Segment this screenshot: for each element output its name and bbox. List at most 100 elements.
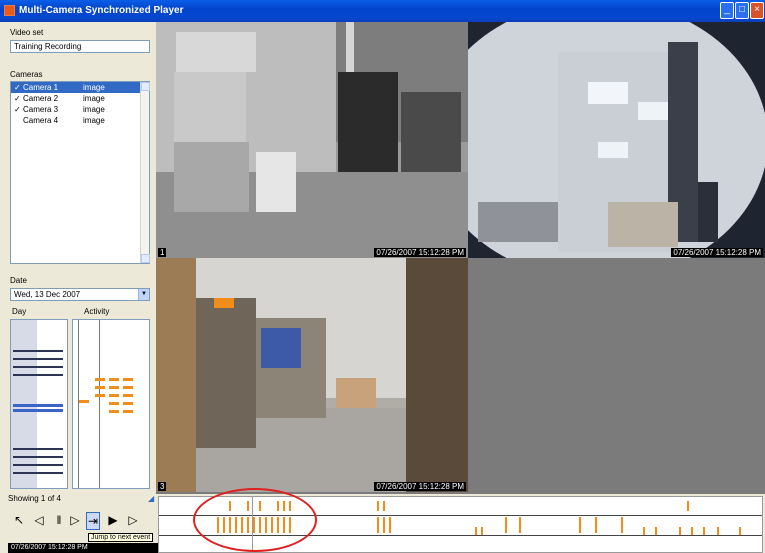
timeline-event-tick[interactable] bbox=[679, 527, 681, 535]
activity-event bbox=[123, 386, 133, 389]
day-label: Day bbox=[12, 307, 27, 316]
timeline-event-tick[interactable] bbox=[377, 517, 379, 533]
overview-line bbox=[13, 472, 63, 474]
close-button[interactable]: × bbox=[750, 2, 764, 19]
timeline-event-tick[interactable] bbox=[235, 517, 237, 533]
play-button[interactable]: ▶ bbox=[106, 512, 120, 530]
event-timeline[interactable] bbox=[158, 496, 763, 553]
camera-list-item[interactable]: ✓ Camera 2 image bbox=[11, 93, 149, 104]
timeline-event-tick[interactable] bbox=[259, 517, 261, 533]
activity-label: Activity bbox=[84, 307, 110, 316]
status-text: Showing 1 of 4 bbox=[8, 494, 61, 503]
video-set-field[interactable]: Training Recording bbox=[10, 40, 150, 53]
timeline-event-tick[interactable] bbox=[277, 501, 279, 511]
timeline-event-tick[interactable] bbox=[655, 527, 657, 535]
timeline-event-tick[interactable] bbox=[519, 517, 521, 533]
checkbox[interactable]: ✓ bbox=[14, 82, 23, 93]
step-back-button[interactable]: ◁ bbox=[32, 512, 46, 530]
overview-line bbox=[13, 448, 63, 450]
timeline-event-tick[interactable] bbox=[253, 517, 255, 533]
day-overview-timeline[interactable] bbox=[10, 319, 68, 489]
camera-list[interactable]: ✓ Camera 1 image ✓ Camera 2 image ✓ Camera 3 ima… bbox=[10, 81, 150, 264]
camera-view-3[interactable]: 3 07/26/2007 15:12:28 PM bbox=[156, 258, 468, 492]
timeline-event-tick[interactable] bbox=[229, 501, 231, 511]
chevron-down-icon[interactable]: ▼ bbox=[138, 289, 149, 300]
current-time-display: 07/26/2007 15:12:28 PM bbox=[8, 543, 158, 553]
overview-line bbox=[13, 358, 63, 360]
timeline-event-tick[interactable] bbox=[739, 527, 741, 535]
timeline-event-tick[interactable] bbox=[383, 517, 385, 533]
activity-event bbox=[109, 394, 119, 397]
camera-list-item[interactable]: Camera 4 image bbox=[11, 115, 149, 126]
camera-type: image bbox=[83, 116, 105, 125]
camera-list-item[interactable]: ✓ Camera 3 image bbox=[11, 104, 149, 115]
timeline-event-tick[interactable] bbox=[717, 527, 719, 535]
app-window: Multi-Camera Synchronized Player _ □ × V… bbox=[0, 0, 765, 553]
overview-current-range bbox=[13, 409, 63, 412]
timeline-event-tick[interactable] bbox=[217, 517, 219, 533]
timeline-event-tick[interactable] bbox=[687, 501, 689, 511]
activity-event bbox=[79, 400, 89, 403]
timeline-event-tick[interactable] bbox=[389, 517, 391, 533]
title-bar[interactable]: Multi-Camera Synchronized Player _ □ × bbox=[0, 0, 765, 22]
camera-name: Camera 1 bbox=[23, 83, 59, 92]
camera-list-item[interactable]: ✓ Camera 1 image bbox=[11, 82, 149, 93]
scroll-up-icon[interactable] bbox=[141, 82, 150, 91]
timeline-event-tick[interactable] bbox=[703, 527, 705, 535]
camera-name: Camera 3 bbox=[23, 105, 59, 114]
timeline-event-tick[interactable] bbox=[621, 517, 623, 533]
next-button[interactable]: ▷ bbox=[126, 512, 140, 530]
date-select[interactable]: Wed, 13 Dec 2007 ▼ bbox=[10, 288, 150, 301]
scroll-down-icon[interactable] bbox=[141, 254, 150, 263]
timeline-event-tick[interactable] bbox=[283, 501, 285, 511]
camera-view-1[interactable]: 1 07/26/2007 15:12:28 PM bbox=[156, 22, 468, 258]
timeline-event-tick[interactable] bbox=[241, 517, 243, 533]
activity-event bbox=[95, 394, 105, 397]
timeline-event-tick[interactable] bbox=[265, 517, 267, 533]
activity-event bbox=[109, 378, 119, 381]
overview-current-range bbox=[13, 404, 63, 407]
timeline-event-tick[interactable] bbox=[271, 517, 273, 533]
timeline-event-tick[interactable] bbox=[223, 517, 225, 533]
camera-view-2[interactable]: 07/26/2007 15:12:28 PM bbox=[468, 22, 765, 258]
video-set-label: Video set bbox=[10, 28, 44, 37]
timeline-event-tick[interactable] bbox=[247, 517, 249, 533]
camera-name: Camera 2 bbox=[23, 94, 59, 103]
camera-timestamp: 07/26/2007 15:12:28 PM bbox=[374, 482, 466, 491]
empty-camera-slot bbox=[468, 258, 765, 492]
activity-event bbox=[95, 378, 105, 381]
activity-event bbox=[109, 386, 119, 389]
timeline-event-tick[interactable] bbox=[579, 517, 581, 533]
timeline-event-tick[interactable] bbox=[475, 527, 477, 535]
timeline-event-tick[interactable] bbox=[277, 517, 279, 533]
timeline-event-tick[interactable] bbox=[595, 517, 597, 533]
timeline-event-tick[interactable] bbox=[283, 517, 285, 533]
activity-event bbox=[123, 410, 133, 413]
timeline-event-tick[interactable] bbox=[481, 527, 483, 535]
jump-next-event-button[interactable]: ⇥ bbox=[86, 512, 100, 530]
checkbox[interactable]: ✓ bbox=[14, 104, 23, 115]
timeline-event-tick[interactable] bbox=[289, 517, 291, 533]
timeline-event-tick[interactable] bbox=[289, 501, 291, 511]
previous-button[interactable]: ↖ bbox=[12, 512, 26, 530]
timeline-event-tick[interactable] bbox=[377, 501, 379, 511]
timeline-event-tick[interactable] bbox=[247, 501, 249, 511]
activity-event bbox=[109, 402, 119, 405]
camera-list-scrollbar[interactable] bbox=[140, 82, 150, 263]
maximize-button[interactable]: □ bbox=[735, 2, 749, 19]
timeline-event-tick[interactable] bbox=[229, 517, 231, 533]
timeline-event-tick[interactable] bbox=[259, 501, 261, 511]
activity-event bbox=[109, 410, 119, 413]
timeline-event-tick[interactable] bbox=[383, 501, 385, 511]
overview-line bbox=[13, 456, 63, 458]
timeline-event-tick[interactable] bbox=[505, 517, 507, 533]
step-forward-button[interactable]: ▷ bbox=[68, 512, 82, 530]
minimize-button[interactable]: _ bbox=[720, 2, 734, 19]
timeline-event-tick[interactable] bbox=[643, 527, 645, 535]
activity-axis bbox=[99, 320, 100, 488]
timeline-event-tick[interactable] bbox=[691, 527, 693, 535]
activity-timeline[interactable] bbox=[72, 319, 150, 489]
pause-button[interactable]: ‖ bbox=[52, 512, 66, 530]
window-title: Multi-Camera Synchronized Player bbox=[19, 5, 184, 16]
checkbox[interactable]: ✓ bbox=[14, 93, 23, 104]
